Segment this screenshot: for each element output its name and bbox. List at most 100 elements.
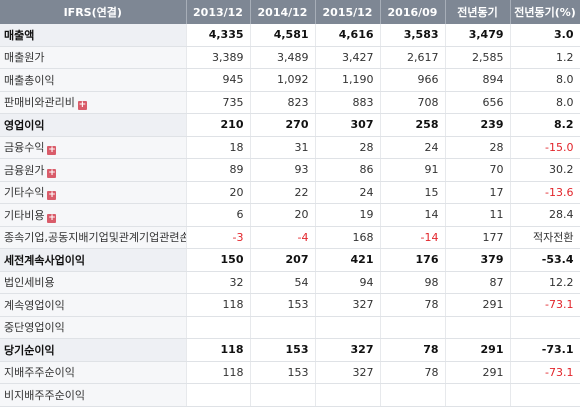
header-col-prev-period: 전년동기 xyxy=(445,0,511,24)
row-label: 매출총이익 xyxy=(0,68,187,92)
value-cell: 1.2 xyxy=(510,46,580,69)
value-cell: 176 xyxy=(380,248,446,272)
value-cell: 32 xyxy=(186,271,251,294)
table-row: 금융수익 +18 31 28 24 28 -15.0 xyxy=(0,136,580,159)
value-cell: 78 xyxy=(380,338,446,362)
row-label-text: 비지배주주순이익 xyxy=(4,388,85,402)
table-row: 지배주주순이익 118 153 327 78 291 -73.1 xyxy=(0,361,580,384)
value-cell: 15 xyxy=(380,181,446,204)
value-cell xyxy=(445,316,511,339)
value-cell: 19 xyxy=(315,203,381,227)
expand-plus-icon[interactable]: + xyxy=(47,168,57,178)
header-col-2015: 2015/12 xyxy=(315,0,381,24)
expand-plus-icon[interactable]: + xyxy=(47,213,57,223)
value-cell: 823 xyxy=(250,91,316,114)
value-cell: 24 xyxy=(315,181,381,204)
value-cell: -14 xyxy=(380,226,446,249)
value-cell: 14 xyxy=(380,203,446,227)
value-cell: 3.0 xyxy=(510,24,580,47)
value-cell: 8.0 xyxy=(510,68,580,92)
value-cell: 3,479 xyxy=(445,24,511,47)
value-cell: 327 xyxy=(315,293,381,317)
row-label: 중단영업이익 xyxy=(0,316,187,339)
value-cell: 94 xyxy=(315,271,381,294)
value-cell: 28 xyxy=(445,136,511,159)
expand-plus-icon[interactable]: + xyxy=(47,146,57,156)
value-cell xyxy=(510,383,580,407)
value-cell: 54 xyxy=(250,271,316,294)
row-label-text: 기타비용 xyxy=(4,208,45,222)
value-cell: 24 xyxy=(380,136,446,159)
value-cell: 3,489 xyxy=(250,46,316,69)
row-label-text: 매출원가 xyxy=(4,51,45,65)
row-label-text: 금융원가 xyxy=(4,163,45,177)
value-cell: 70 xyxy=(445,158,511,182)
value-cell: 20 xyxy=(186,181,251,204)
row-label-text: 매출액 xyxy=(4,28,35,42)
value-cell: 291 xyxy=(445,293,511,317)
value-cell: 239 xyxy=(445,113,511,137)
value-cell: 20 xyxy=(250,203,316,227)
value-cell: 18 xyxy=(186,136,251,159)
value-cell: 1,190 xyxy=(315,68,381,92)
value-cell: 291 xyxy=(445,361,511,384)
table-body: 매출액 4,335 4,581 4,616 3,583 3,479 3.0 매출원가 3,389… xyxy=(0,24,580,407)
row-label: 영업이익 xyxy=(0,113,187,137)
value-cell: -3 xyxy=(186,226,251,249)
value-cell: 3,583 xyxy=(380,24,446,47)
header-col-prev-period-pct: 전년동기(%) xyxy=(510,0,580,24)
expand-plus-icon[interactable]: + xyxy=(77,101,87,111)
value-cell: 168 xyxy=(315,226,381,249)
value-cell: 28 xyxy=(315,136,381,159)
value-cell: 270 xyxy=(250,113,316,137)
value-cell: 153 xyxy=(250,338,316,362)
value-cell: 적자전환 xyxy=(510,226,580,249)
value-cell: 11 xyxy=(445,203,511,227)
row-label: 기타비용 + xyxy=(0,203,187,227)
value-cell: -4 xyxy=(250,226,316,249)
value-cell xyxy=(380,383,446,407)
table-row: 계속영업이익 118 153 327 78 291 -73.1 xyxy=(0,293,580,317)
table-row: 법인세비용 32 54 94 98 87 12.2 xyxy=(0,271,580,294)
header-col-2014: 2014/12 xyxy=(250,0,316,24)
value-cell: 421 xyxy=(315,248,381,272)
row-label: 비지배주주순이익 xyxy=(0,383,187,407)
row-label: 세전계속사업이익 xyxy=(0,248,187,272)
row-label: 당기순이익 xyxy=(0,338,187,362)
value-cell xyxy=(380,316,446,339)
value-cell: 291 xyxy=(445,338,511,362)
value-cell: 379 xyxy=(445,248,511,272)
value-cell: 4,616 xyxy=(315,24,381,47)
value-cell: 327 xyxy=(315,338,381,362)
table-row: 세전계속사업이익 150 207 421 176 379 -53.4 xyxy=(0,248,580,272)
value-cell xyxy=(250,383,316,407)
value-cell: 4,581 xyxy=(250,24,316,47)
row-label: 판매비와관리비 + xyxy=(0,91,187,114)
value-cell: 307 xyxy=(315,113,381,137)
value-cell: 2,585 xyxy=(445,46,511,69)
row-label: 법인세비용 xyxy=(0,271,187,294)
value-cell: 1,092 xyxy=(250,68,316,92)
value-cell: 89 xyxy=(186,158,251,182)
row-label: 금융원가 + xyxy=(0,158,187,182)
value-cell: 177 xyxy=(445,226,511,249)
row-label-text: 세전계속사업이익 xyxy=(4,253,85,267)
table-row: 금융원가 +89 93 86 91 70 30.2 xyxy=(0,158,580,182)
table-row: 당기순이익 118 153 327 78 291 -73.1 xyxy=(0,338,580,362)
row-label: 매출원가 xyxy=(0,46,187,69)
value-cell: 118 xyxy=(186,293,251,317)
value-cell: 78 xyxy=(380,293,446,317)
row-label-text: 매출총이익 xyxy=(4,73,55,87)
value-cell: 153 xyxy=(250,293,316,317)
row-label-text: 금융수익 xyxy=(4,141,45,155)
value-cell: 4,335 xyxy=(186,24,251,47)
header-item-name: IFRS(연결) xyxy=(0,0,187,24)
table-row: 종속기업,공동지배기업및관계기업관련손익+-3-4168-14177적자전환 xyxy=(0,226,580,249)
expand-plus-icon[interactable]: + xyxy=(47,191,57,201)
value-cell: 883 xyxy=(315,91,381,114)
value-cell: 87 xyxy=(445,271,511,294)
value-cell: 327 xyxy=(315,361,381,384)
value-cell: 6 xyxy=(186,203,251,227)
value-cell xyxy=(510,316,580,339)
row-label: 지배주주순이익 xyxy=(0,361,187,384)
